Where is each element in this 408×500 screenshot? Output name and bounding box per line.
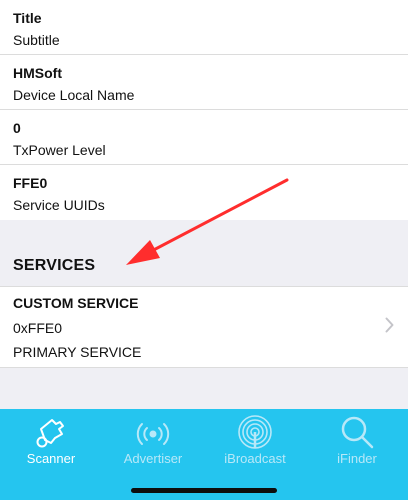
tab-label: iFinder: [337, 451, 377, 466]
property-row-txpower: 0 TxPower Level: [0, 110, 408, 165]
property-row-local-name: HMSoft Device Local Name: [0, 55, 408, 110]
home-indicator[interactable]: [131, 488, 277, 493]
property-row-title: Title Subtitle: [0, 0, 408, 55]
service-row-custom[interactable]: CUSTOM SERVICE 0xFFE0 PRIMARY SERVICE: [0, 287, 408, 368]
service-uuid: 0xFFE0: [13, 320, 63, 336]
tab-label: iBroadcast: [224, 451, 286, 466]
service-name: CUSTOM SERVICE: [13, 295, 139, 311]
tab-bar: Scanner Advertiser iBroadcast iFinder: [0, 409, 408, 500]
property-value: HMSoft: [13, 65, 62, 81]
services-section-header: SERVICES: [0, 224, 408, 287]
broadcast-signal-icon: [136, 423, 170, 445]
property-label: TxPower Level: [13, 142, 106, 158]
property-label: Device Local Name: [13, 87, 135, 103]
chevron-right-icon: [385, 317, 394, 333]
property-row-service-uuids: FFE0 Service UUIDs: [0, 165, 408, 220]
property-label: Subtitle: [13, 32, 60, 48]
tab-scanner[interactable]: Scanner: [0, 409, 102, 479]
property-value: FFE0: [13, 175, 48, 191]
advertisement-properties-list: Title Subtitle HMSoft Device Local Name …: [0, 0, 408, 220]
service-type: PRIMARY SERVICE: [13, 344, 142, 360]
tab-advertiser[interactable]: Advertiser: [102, 409, 204, 479]
magnifier-icon: [341, 416, 374, 449]
tab-label: Scanner: [26, 451, 76, 466]
property-label: Service UUIDs: [13, 197, 105, 213]
tab-ifinder[interactable]: iFinder: [306, 409, 408, 479]
tab-label: Advertiser: [123, 451, 183, 466]
property-value: 0: [13, 120, 21, 136]
ibroadcast-icon: [238, 415, 272, 449]
property-value: Title: [13, 10, 42, 26]
tab-ibroadcast[interactable]: iBroadcast: [204, 409, 306, 479]
scanner-icon: [36, 419, 64, 448]
services-header-title: SERVICES: [13, 257, 96, 274]
